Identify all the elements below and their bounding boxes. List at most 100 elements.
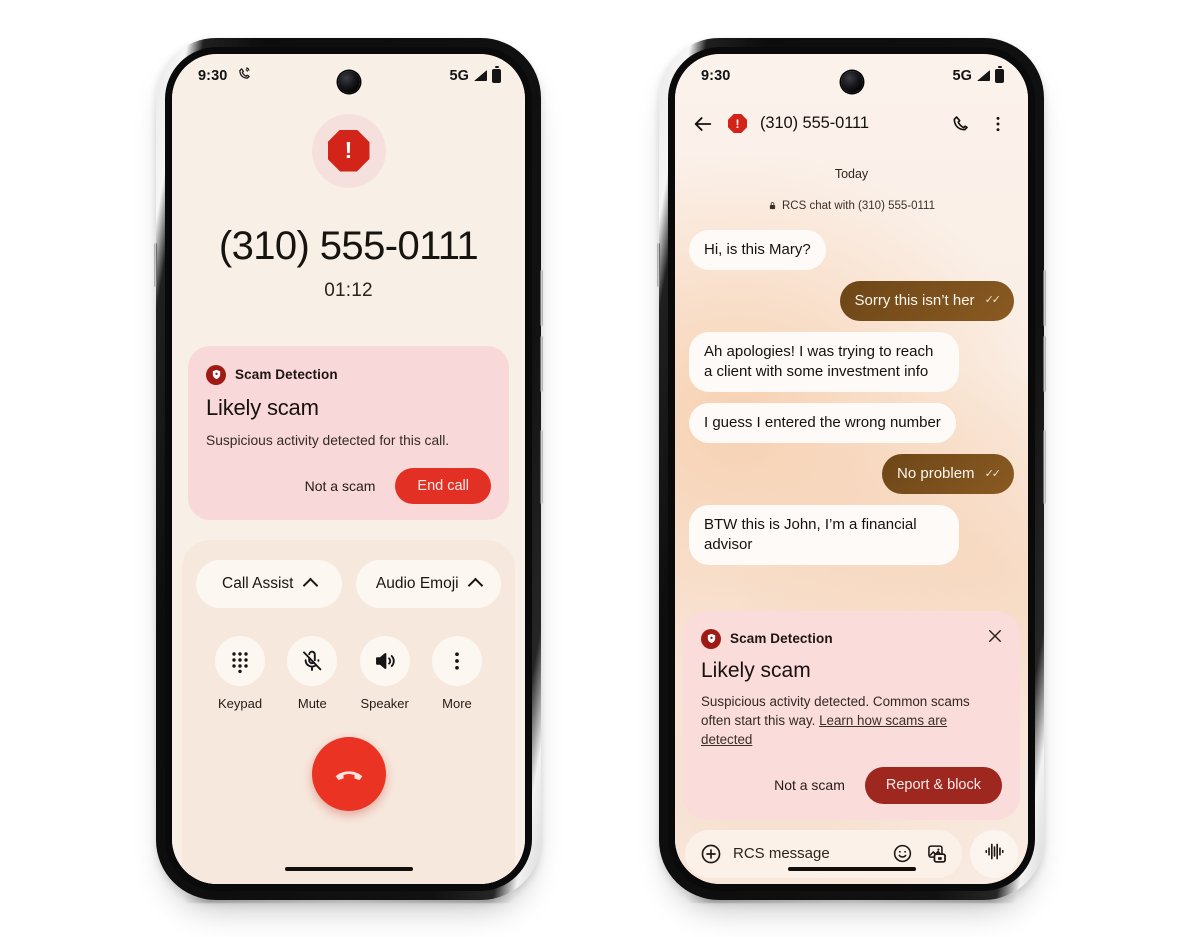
double-check-icon: ✓✓ <box>984 294 1002 307</box>
emoji-smile-icon[interactable] <box>891 842 914 865</box>
status-time: 9:30 <box>198 67 228 84</box>
bubble-list: Hi, is this Mary? Sorry this isn’t her ✓… <box>689 229 1014 566</box>
not-a-scam-button[interactable]: Not a scam <box>301 472 380 500</box>
status-bar-right-group: 5G <box>952 66 1004 84</box>
encryption-note-text: RCS chat with (310) 555-0111 <box>782 199 935 212</box>
close-icon[interactable] <box>986 627 1004 645</box>
arrow-back-icon[interactable] <box>691 112 715 136</box>
phone-right-screen: 9:30 5G ! (310) 555-0111 Today RCS chat … <box>675 53 1028 884</box>
phone-right-side-button[interactable] <box>657 242 660 287</box>
scam-card-title: Likely scam <box>701 658 811 682</box>
chevron-up-icon <box>302 577 318 594</box>
report-and-block-button[interactable]: Report & block <box>864 767 1002 804</box>
message-bubble-incoming[interactable]: BTW this is John, I’m a financial adviso… <box>689 505 959 566</box>
octagon-alert-glyph: ! <box>327 129 370 172</box>
battery-icon <box>492 66 501 83</box>
voice-message-button[interactable] <box>970 829 1018 878</box>
message-bubble-incoming[interactable]: I guess I entered the wrong number <box>689 402 956 443</box>
octagon-alert-icon: ! <box>311 113 386 188</box>
message-text: Sorry this isn’t her <box>854 291 975 309</box>
front-camera-icon <box>840 70 863 93</box>
control-mute-label: Mute <box>297 696 327 712</box>
mic-off-icon <box>287 636 338 687</box>
phone-right-volume-down-button[interactable] <box>1043 335 1046 392</box>
call-screen: 9:30 5G ! (310) 555-0111 01:12 Scam Dete… <box>172 53 525 884</box>
message-row: No problem ✓✓ <box>689 453 1014 495</box>
not-a-scam-button[interactable]: Not a scam <box>770 771 849 799</box>
control-more[interactable]: More <box>421 636 493 711</box>
messages-screen: 9:30 5G ! (310) 555-0111 Today RCS chat … <box>675 53 1028 884</box>
more-vertical-icon[interactable] <box>986 112 1010 136</box>
conversation-title: (310) 555-0111 <box>760 114 869 132</box>
phone-left-volume-up-button[interactable] <box>540 269 543 326</box>
message-row: Ah apologies! I was trying to reach a cl… <box>689 331 1014 392</box>
scam-card-body: Suspicious activity detected for this ca… <box>206 432 450 448</box>
call-control-row: Keypad Mute Speaker More <box>196 636 501 711</box>
phone-left-screen: 9:30 5G ! (310) 555-0111 01:12 Scam Dete… <box>172 53 525 884</box>
call-duration: 01:12 <box>324 279 373 301</box>
message-row: Hi, is this Mary? <box>689 229 1014 270</box>
end-call-button[interactable] <box>311 737 386 812</box>
shield-scam-icon <box>701 628 721 649</box>
status-bar-left-group: 9:30 <box>701 68 730 84</box>
call-assist-label: Call Assist <box>222 575 294 593</box>
front-camera-icon <box>337 70 360 93</box>
keypad-icon <box>215 636 265 687</box>
network-label: 5G <box>952 67 972 84</box>
message-text: No problem <box>897 464 975 482</box>
gesture-nav-bar[interactable] <box>787 866 916 871</box>
control-keypad[interactable]: Keypad <box>204 636 276 711</box>
lock-icon <box>768 200 777 211</box>
message-thread[interactable]: Today RCS chat with (310) 555-0111 Hi, i… <box>675 150 1028 601</box>
message-bubble-outgoing[interactable]: No problem ✓✓ <box>882 453 1014 495</box>
phone-right-volume-up-button[interactable] <box>1043 269 1046 326</box>
message-row: BTW this is John, I’m a financial adviso… <box>689 505 1014 566</box>
message-bubble-incoming[interactable]: Ah apologies! I was trying to reach a cl… <box>689 331 959 392</box>
phone-right-messages: 9:30 5G ! (310) 555-0111 Today RCS chat … <box>657 37 1046 900</box>
phone-left-side-button[interactable] <box>154 242 157 287</box>
control-speaker[interactable]: Speaker <box>349 636 421 711</box>
gesture-nav-bar[interactable] <box>284 866 413 871</box>
call-header: ! (310) 555-0111 01:12 <box>172 98 525 302</box>
phone-hangup-icon <box>332 757 366 791</box>
message-row: I guess I entered the wrong number <box>689 402 1014 443</box>
end-call-card-button[interactable]: End call <box>395 467 491 505</box>
network-label: 5G <box>449 67 469 84</box>
status-bar-right-group: 5G <box>449 66 501 84</box>
control-mute[interactable]: Mute <box>276 636 348 711</box>
signal-bars-icon <box>474 70 487 81</box>
phone-left-call: 9:30 5G ! (310) 555-0111 01:12 Scam Dete… <box>154 37 543 900</box>
message-bubble-outgoing[interactable]: Sorry this isn’t her ✓✓ <box>839 280 1014 321</box>
octagon-alert-icon: ! <box>728 114 747 133</box>
phone-in-call-icon <box>237 66 252 85</box>
speaker-icon <box>359 636 410 687</box>
phone-left-volume-down-button[interactable] <box>540 335 543 392</box>
plus-circle-icon[interactable] <box>699 842 722 865</box>
status-bar-left-group: 9:30 <box>198 66 252 85</box>
scam-card-title: Likely scam <box>206 394 319 420</box>
control-keypad-label: Keypad <box>217 696 263 712</box>
scam-card-header-label: Scam Detection <box>730 631 833 647</box>
image-gallery-icon[interactable] <box>925 842 948 865</box>
chevron-up-icon <box>467 577 483 594</box>
more-vertical-icon <box>431 636 482 687</box>
scam-detection-card: Scam Detection Likely scam Suspicious ac… <box>683 610 1020 820</box>
phone-call-icon[interactable] <box>949 112 973 136</box>
conversation-app-bar: ! (310) 555-0111 <box>675 98 1028 150</box>
audio-emoji-chip[interactable]: Audio Emoji <box>355 560 501 609</box>
scam-card-header: Scam Detection <box>206 364 491 385</box>
call-controls-panel: Call Assist Audio Emoji Keypad Mute Spea… <box>182 540 515 884</box>
phone-left-power-button[interactable] <box>540 429 543 504</box>
call-assist-chip[interactable]: Call Assist <box>196 560 342 609</box>
assist-chip-row: Call Assist Audio Emoji <box>196 560 501 609</box>
message-row: Sorry this isn’t her ✓✓ <box>689 280 1014 321</box>
phone-right-power-button[interactable] <box>1043 429 1046 504</box>
control-more-label: More <box>442 696 472 712</box>
day-separator: Today <box>834 166 869 181</box>
call-number: (310) 555-0111 <box>218 223 479 268</box>
signal-bars-icon <box>977 70 990 81</box>
message-bubble-incoming[interactable]: Hi, is this Mary? <box>689 229 826 270</box>
encryption-note: RCS chat with (310) 555-0111 <box>689 200 1014 212</box>
audio-emoji-label: Audio Emoji <box>375 575 459 593</box>
scam-card-header: Scam Detection <box>701 628 1002 649</box>
